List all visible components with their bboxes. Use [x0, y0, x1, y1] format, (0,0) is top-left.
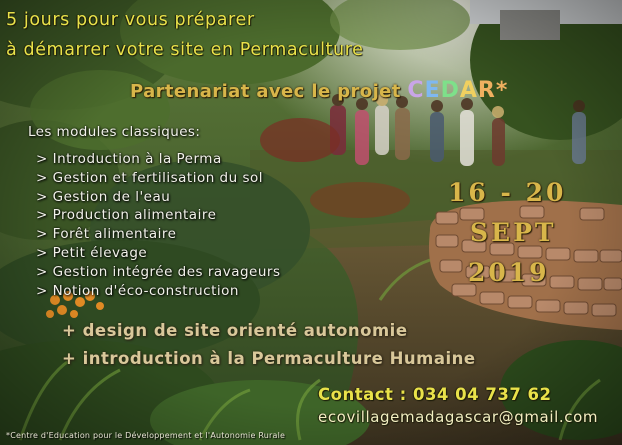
module-item: > Gestion intégrée des ravageurs	[36, 263, 281, 280]
headline-line-2: à démarrer votre site en Permaculture	[6, 40, 364, 60]
contact-phone: Contact : 034 04 737 62	[318, 385, 552, 404]
partnership-line: Partenariat avec le projet CEDAR*	[130, 78, 508, 103]
cedar-asterisk: *	[495, 78, 509, 103]
module-item: > Petit élevage	[36, 244, 148, 261]
module-item: > Gestion et fertilisation du sol	[36, 169, 264, 186]
cedar-letter: A	[459, 78, 478, 103]
extra-module-design: + design de site orienté autonomie	[62, 321, 408, 340]
cedar-letter: C	[407, 78, 425, 103]
date-month: SEPT	[470, 218, 557, 247]
module-item: > Notion d'éco-construction	[36, 282, 239, 299]
module-item: > Introduction à la Perma	[36, 151, 222, 167]
cedar-letter: E	[424, 78, 441, 103]
modules-heading: Les modules classiques:	[28, 124, 201, 140]
footnote: *Centre d'Education pour le Développemen…	[6, 431, 286, 440]
module-item: > Forêt alimentaire	[36, 226, 177, 243]
date-year: 2019	[468, 258, 550, 287]
date-days: 16 - 20	[448, 178, 567, 207]
extra-module-human-permaculture: + introduction à la Permaculture Humaine	[62, 349, 476, 368]
module-item: > Gestion de l'eau	[36, 188, 171, 205]
modules-list: > Introduction à la Perma > Gestion et f…	[36, 150, 281, 300]
partnership-text: Partenariat avec le projet	[130, 81, 401, 102]
poster: 5 jours pour vous préparer à démarrer vo…	[0, 0, 622, 445]
cedar-letter: D	[440, 78, 460, 103]
module-item: > Production alimentaire	[36, 207, 217, 224]
contact-email: ecovillagemadagascar@gmail.com	[318, 408, 599, 426]
cedar-letter: R	[477, 78, 496, 103]
cedar-logo-text: CEDAR*	[407, 78, 508, 103]
headline-line-1: 5 jours pour vous préparer	[6, 10, 255, 30]
